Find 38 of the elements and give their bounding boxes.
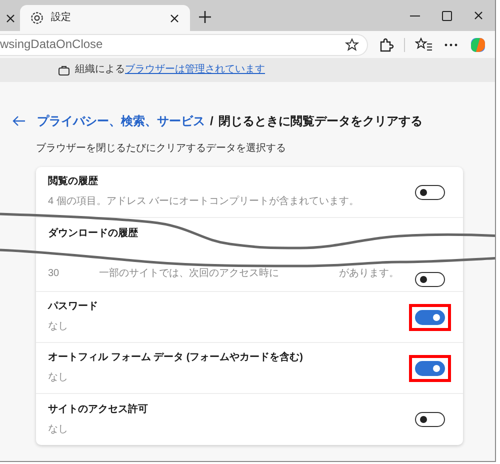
toggle-switch[interactable]	[415, 184, 445, 200]
briefcase-icon	[58, 64, 70, 76]
close-icon[interactable]	[169, 12, 180, 24]
settings-icon	[30, 11, 44, 25]
setting-label: パスワード	[48, 301, 99, 314]
assistant-icon[interactable]	[469, 36, 487, 54]
toggle-switch[interactable]	[415, 412, 445, 428]
page-subtitle: ブラウザーを閉じるたびにクリアするデータを選択する	[36, 143, 287, 156]
back-button[interactable]	[12, 115, 26, 128]
managed-notice: 組織による	[75, 64, 125, 76]
maximize-icon	[441, 10, 453, 22]
breadcrumb-link[interactable]: プライバシー、検索、サービス	[37, 114, 205, 128]
tab[interactable]: 設定	[20, 5, 190, 31]
toggle-switch[interactable]	[415, 272, 445, 288]
page-title: 閉じるときに閲覧データをクリアする	[218, 114, 422, 128]
setting-description: なし	[48, 424, 68, 436]
setting-label: 閲覧の履歴	[48, 176, 99, 188]
puzzle-icon[interactable]	[378, 36, 394, 52]
favorites-icon[interactable]	[415, 36, 433, 52]
back-arrow-icon	[12, 115, 26, 128]
setting-label: オートフィル フォーム データ (フォームやカードを含む)	[48, 352, 304, 364]
setting-description: 一部のサイトでは、次回のアクセス時に	[99, 268, 280, 280]
setting-description: なし	[48, 321, 68, 334]
setting-description: なし	[48, 372, 68, 384]
close-icon	[473, 10, 485, 22]
setting-label: ダウンロードの履歴	[48, 228, 139, 240]
setting-label: サイトのアクセス許可	[48, 404, 149, 416]
toggle-switch[interactable]	[415, 360, 445, 376]
plus-icon	[198, 10, 212, 24]
setting-description: 4 個の項目。アドレス バーにオートコンプリートが含まれています。	[48, 196, 360, 208]
breadcrumb-separator: /	[210, 114, 214, 128]
managed-link[interactable]: ブラウザーは管理されています	[125, 64, 265, 76]
close-icon[interactable]	[4, 12, 16, 24]
toggle-switch[interactable]	[415, 310, 445, 325]
address-field[interactable]: wsingDataOnClose	[0, 34, 368, 56]
setting-description: 30	[48, 268, 60, 280]
setting-description: があります。	[339, 268, 400, 280]
star-icon[interactable]	[345, 38, 359, 52]
